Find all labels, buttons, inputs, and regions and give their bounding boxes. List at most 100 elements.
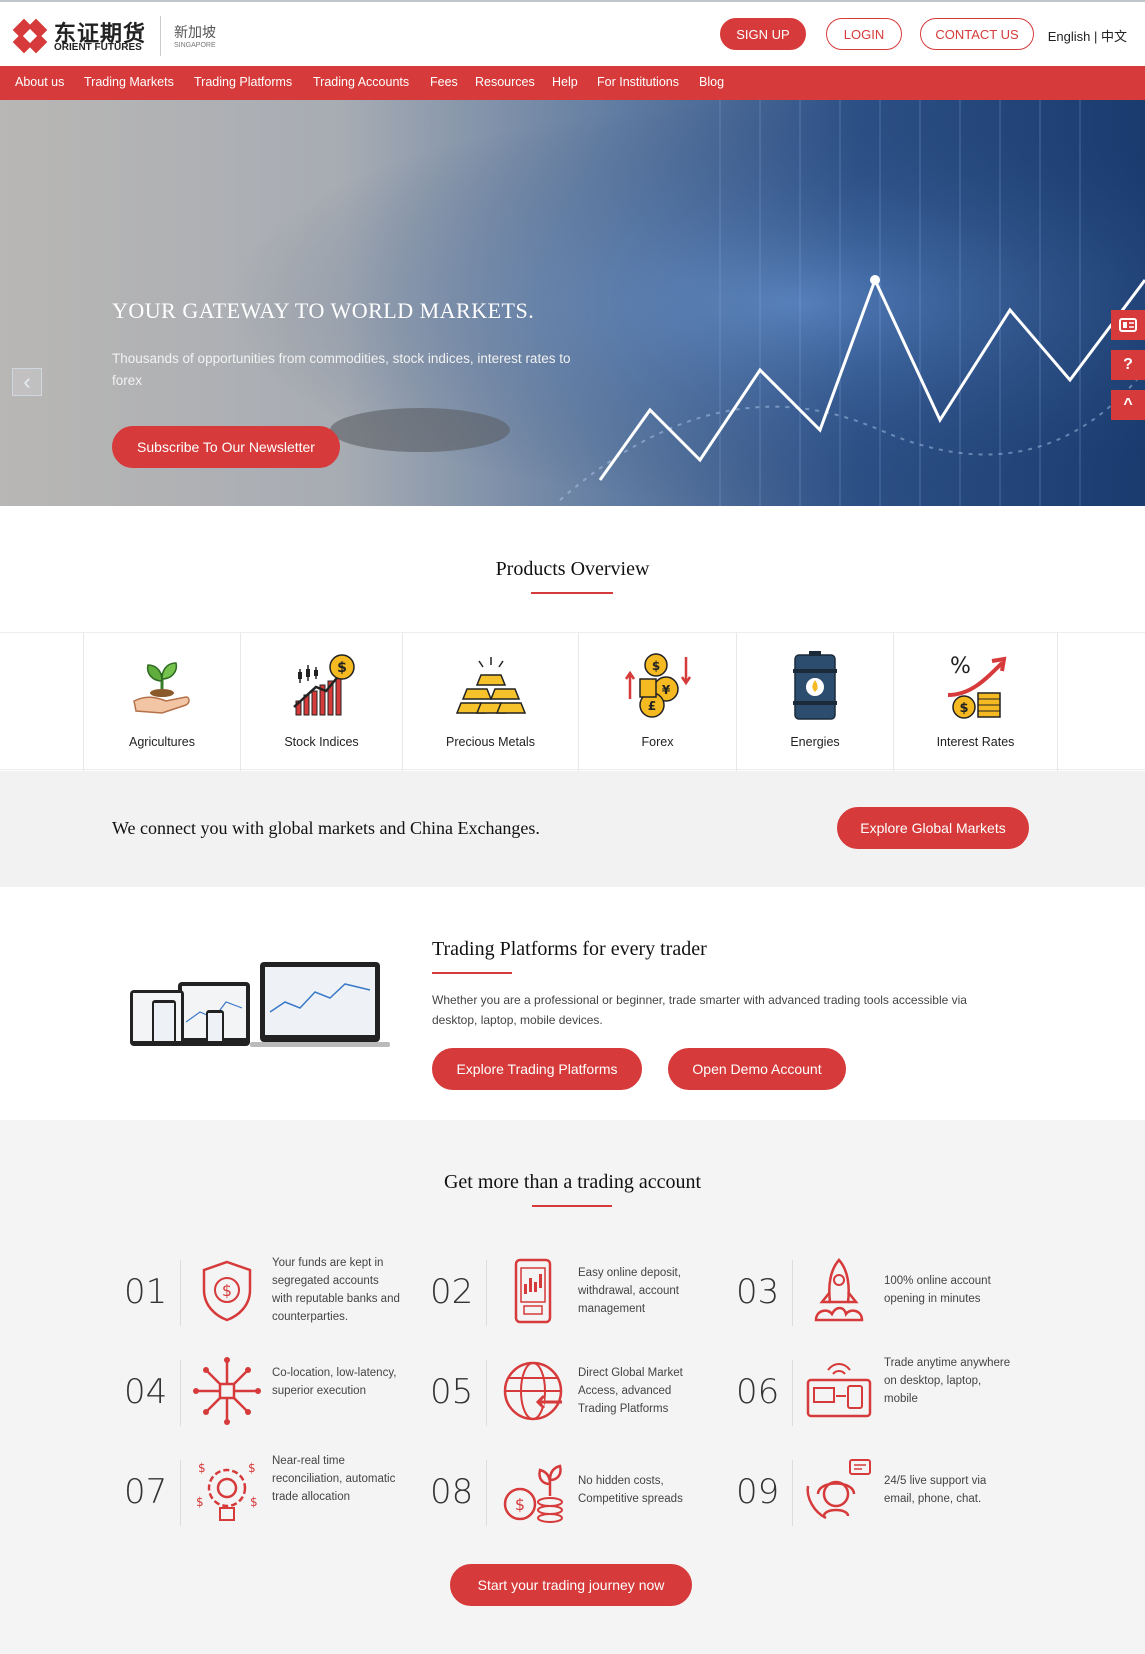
- currency-coins-icon: $ ¥ £: [624, 653, 691, 718]
- benefit-text: Your funds are kept in segregated accoun…: [272, 1257, 400, 1323]
- site-header: 东证期货 ORIENT FUTURES 新加坡 SINGAPORE SIGN U…: [0, 0, 1145, 66]
- gold-bars-icon: [455, 657, 526, 714]
- product-label: Agricultures: [129, 735, 195, 749]
- stock-chart-icon: $: [292, 654, 355, 716]
- benefit-number: 04: [124, 1372, 168, 1412]
- benefit-divider: [486, 1360, 487, 1426]
- benefit-divider: [180, 1260, 181, 1326]
- benefit-item: 08 $ No hidden costs, Competitive spread…: [430, 1452, 730, 1532]
- benefit-divider: [792, 1260, 793, 1326]
- nav-help[interactable]: Help: [552, 75, 578, 89]
- brand-name-en: ORIENT FUTURES: [54, 42, 142, 53]
- hero-banner: YOUR GATEWAY TO WORLD MARKETS. Thousands…: [0, 100, 1145, 506]
- benefit-divider: [486, 1260, 487, 1326]
- benefit-item: 05 Direct Global Market Access, advanced…: [430, 1352, 730, 1432]
- benefit-number: 02: [430, 1272, 474, 1312]
- benefit-text: Direct Global Market Access, advanced Tr…: [578, 1367, 683, 1415]
- benefit-number: 07: [124, 1472, 168, 1512]
- benefit-text: Easy online deposit, withdrawal, account…: [578, 1267, 681, 1315]
- benefit-divider: [486, 1460, 487, 1526]
- product-interest-rates[interactable]: % $ Interest Rates: [893, 633, 1058, 771]
- sign-up-button[interactable]: SIGN UP: [720, 18, 806, 50]
- product-label: Interest Rates: [936, 735, 1015, 749]
- benefit-item: 09 24/5 live support via email, phone, c…: [736, 1452, 1036, 1532]
- svg-text:$: $: [198, 1461, 206, 1475]
- region-en: SINGAPORE: [174, 42, 216, 49]
- chevron-up-icon[interactable]: ^: [1111, 390, 1145, 420]
- nav-about-us[interactable]: About us: [15, 75, 64, 89]
- products-title-underline: [531, 592, 613, 594]
- benefit-item: 07 $ $ $ $ Near-real time reconciliation, a…: [124, 1452, 424, 1532]
- benefit-number: 01: [124, 1272, 168, 1312]
- oil-barrel-icon: [793, 651, 837, 720]
- globe-arrow-icon: [503, 1361, 563, 1421]
- rocket-icon: [814, 1258, 864, 1322]
- nav-blog[interactable]: Blog: [699, 75, 724, 89]
- plant-hand-icon: [133, 662, 190, 714]
- svg-text:¥: ¥: [661, 683, 670, 697]
- benefit-item: 02 Easy online deposit, withdrawal, acco…: [430, 1252, 730, 1332]
- start-trading-journey-button[interactable]: Start your trading journey now: [450, 1564, 692, 1606]
- support-icon: [806, 1459, 871, 1520]
- benefit-text: 24/5 live support via email, phone, chat…: [884, 1475, 987, 1505]
- benefits-title: Get more than a trading account: [443, 1171, 702, 1193]
- open-demo-account-button[interactable]: Open Demo Account: [668, 1048, 846, 1090]
- shield-dollar-icon: $: [202, 1260, 252, 1322]
- product-stock-indices[interactable]: $ Stock Indices: [240, 633, 402, 771]
- benefit-number: 09: [736, 1472, 780, 1512]
- platforms-description: Whether you are a professional or beginn…: [432, 993, 967, 1027]
- svg-text:$: $: [337, 660, 347, 676]
- gear-bulb-icon: $ $ $ $: [196, 1461, 258, 1521]
- benefit-number: 06: [736, 1372, 780, 1412]
- nav-fees[interactable]: Fees: [430, 75, 458, 89]
- svg-text:$: $: [250, 1495, 258, 1509]
- benefit-divider: [180, 1360, 181, 1426]
- benefit-text: Near-real time reconciliation, automatic…: [272, 1455, 396, 1503]
- chevron-left-icon[interactable]: ‹: [12, 368, 42, 396]
- subscribe-newsletter-button[interactable]: Subscribe To Our Newsletter: [112, 426, 340, 468]
- devices-icon: [806, 1363, 872, 1418]
- nav-for-institutions[interactable]: For Institutions: [597, 75, 679, 89]
- benefit-text: 100% online account opening in minutes: [884, 1275, 991, 1305]
- svg-text:$: $: [248, 1461, 256, 1475]
- svg-text:$: $: [959, 701, 968, 716]
- benefit-text: Co-location, low-latency, superior execu…: [272, 1367, 397, 1397]
- benefit-divider: [792, 1360, 793, 1426]
- svg-text:$: $: [196, 1495, 204, 1509]
- region-cn: 新加坡: [174, 24, 216, 40]
- help-icon[interactable]: ?: [1111, 350, 1145, 380]
- lang-english-link[interactable]: English: [1048, 29, 1091, 44]
- benefit-number: 08: [430, 1472, 474, 1512]
- product-label: Precious Metals: [446, 735, 535, 749]
- product-label: Energies: [790, 735, 840, 749]
- lang-chinese-link[interactable]: 中文: [1101, 29, 1127, 44]
- connect-text: We connect you with global markets and C…: [112, 818, 540, 838]
- benefit-number: 03: [736, 1272, 780, 1312]
- card-icon[interactable]: [1111, 310, 1145, 340]
- nav-trading-platforms[interactable]: Trading Platforms: [194, 75, 292, 89]
- nav-trading-accounts[interactable]: Trading Accounts: [313, 75, 409, 89]
- benefit-item: 04 Co-location, low-latency, superior ex…: [124, 1352, 424, 1432]
- product-energies[interactable]: Energies: [736, 633, 893, 771]
- product-precious-metals[interactable]: Precious Metals: [402, 633, 578, 771]
- brand-logo[interactable]: 东证期货 ORIENT FUTURES 新加坡 SINGAPORE: [10, 14, 230, 58]
- explore-trading-platforms-button[interactable]: Explore Trading Platforms: [432, 1048, 642, 1090]
- nav-resources[interactable]: Resources: [475, 75, 535, 89]
- login-button[interactable]: LOGIN: [826, 18, 902, 50]
- platforms-title-underline: [432, 972, 512, 974]
- nav-trading-markets[interactable]: Trading Markets: [84, 75, 174, 89]
- language-switcher: English | 中文: [1048, 26, 1127, 45]
- products-title: Products Overview: [495, 558, 650, 580]
- svg-text:%: %: [950, 654, 971, 679]
- benefit-text: Trade anytime anywhere on desktop, lapto…: [884, 1357, 1011, 1405]
- contact-us-button[interactable]: CONTACT US: [920, 18, 1034, 50]
- platforms-title: Trading Platforms for every trader: [432, 938, 707, 960]
- devices-illustration-icon: [130, 962, 390, 1047]
- product-forex[interactable]: $ ¥ £ Forex: [578, 633, 736, 771]
- hero-title: YOUR GATEWAY TO WORLD MARKETS.: [112, 298, 535, 323]
- product-agricultures[interactable]: Agricultures: [83, 633, 240, 771]
- explore-global-markets-button[interactable]: Explore Global Markets: [837, 807, 1029, 849]
- svg-text:$: $: [515, 1495, 525, 1514]
- product-label: Forex: [641, 735, 674, 749]
- benefit-text: No hidden costs, Competitive spreads: [578, 1475, 683, 1505]
